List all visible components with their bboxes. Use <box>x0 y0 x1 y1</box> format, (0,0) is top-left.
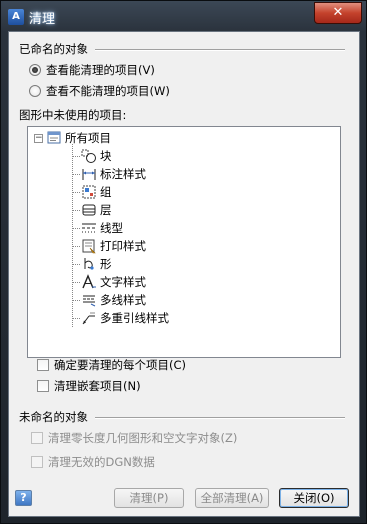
section-divider <box>95 49 345 51</box>
tree-item-layer[interactable]: 层 <box>72 201 112 219</box>
confirm-each-checkbox[interactable]: 确定要清理的每个项目(C) <box>37 357 186 373</box>
confirm-each-label: 确定要清理的每个项目(C) <box>54 358 187 372</box>
tree-item-label: 多重引线样式 <box>100 311 169 325</box>
tree-item-linetype[interactable]: 线型 <box>72 219 123 237</box>
tree-item-label: 线型 <box>100 221 123 235</box>
section-divider <box>95 417 345 419</box>
purge-dgn-label: 清理无效的DGN数据 <box>48 455 155 469</box>
shape-icon <box>84 258 94 270</box>
dialog-client-area: 已命名的对象 查看能清理的项目(V) 查看不能清理的项目(W) 图形中未使用的项… <box>8 31 360 517</box>
purge-dgn-checkbox[interactable]: 清理无效的DGN数据 <box>31 454 155 470</box>
purge-zero-length-label: 清理零长度几何图形和空文字对象(Z) <box>48 431 238 445</box>
tree-item-block[interactable]: 块 <box>72 147 112 165</box>
tree-item-label: 形 <box>100 257 112 271</box>
unused-items-tree[interactable]: − 所有项目 块 标注样式 组 层 线型 打印样式 形 文字样式 多线样式 多重… <box>27 126 341 358</box>
purge-button[interactable]: 清理(P) <box>114 488 184 508</box>
radio-view-purgeable[interactable]: 查看能清理的项目(V) <box>29 62 155 78</box>
tree-item-label: 组 <box>100 185 112 199</box>
radio-view-non-purgeable-label: 查看不能清理的项目(W) <box>46 84 170 98</box>
tree-item-text-style[interactable]: 文字样式 <box>72 273 146 291</box>
radio-button-checked[interactable] <box>29 64 41 76</box>
dimension-style-icon <box>82 169 96 180</box>
tree-item-label: 多线样式 <box>100 293 146 307</box>
collapse-icon[interactable]: − <box>34 133 43 143</box>
block-icon <box>81 149 96 163</box>
tree-item-group[interactable]: 组 <box>72 183 112 201</box>
checkbox[interactable] <box>31 456 43 468</box>
tree-item-label: 标注样式 <box>100 167 146 181</box>
all-items-icon <box>47 131 61 144</box>
checkbox[interactable] <box>37 380 49 392</box>
tree-item-label: 打印样式 <box>100 239 146 253</box>
checkbox[interactable] <box>31 432 43 444</box>
group-icon <box>82 185 96 199</box>
multiline-style-icon <box>83 295 96 307</box>
close-window-button[interactable]: ✕ <box>314 2 362 24</box>
multileader-style-icon <box>82 312 95 325</box>
purge-all-button[interactable]: 全部清理(A) <box>195 488 269 508</box>
autocad-icon: A <box>8 9 24 25</box>
close-button[interactable]: 关闭(O) <box>279 488 349 508</box>
named-objects-label: 已命名的对象 <box>19 42 88 56</box>
tree-item-shape[interactable]: 形 <box>72 255 112 273</box>
plot-style-icon <box>82 239 96 254</box>
linetype-icon <box>82 223 96 233</box>
window-title: 清理 <box>29 12 56 27</box>
tree-item-label: 块 <box>100 149 112 163</box>
tree-item-label: 文字样式 <box>100 275 146 289</box>
text-style-icon <box>82 274 96 289</box>
radio-button[interactable] <box>29 85 41 97</box>
purge-nested-checkbox[interactable]: 清理嵌套项目(N) <box>37 378 141 394</box>
purge-dialog-window: A 清理 ✕ 已命名的对象 查看能清理的项目(V) 查看不能清理的项目(W) 图… <box>0 0 367 524</box>
tree-item-label: 层 <box>100 203 112 217</box>
tree-item-multiline-style[interactable]: 多线样式 <box>72 291 146 309</box>
tree-item-dimension-style[interactable]: 标注样式 <box>72 165 146 183</box>
tree-item-plot-style[interactable]: 打印样式 <box>72 237 146 255</box>
title-bar[interactable]: A 清理 ✕ <box>1 1 367 31</box>
tree-label: 图形中未使用的项目: <box>19 108 127 122</box>
radio-view-non-purgeable[interactable]: 查看不能清理的项目(W) <box>29 83 170 99</box>
layer-icon <box>82 204 96 216</box>
radio-view-purgeable-label: 查看能清理的项目(V) <box>46 63 155 77</box>
unnamed-objects-label: 未命名的对象 <box>19 410 88 424</box>
purge-nested-label: 清理嵌套项目(N) <box>54 379 141 393</box>
tree-item-multileader-style[interactable]: 多重引线样式 <box>72 309 169 327</box>
help-icon[interactable]: ? <box>15 490 32 506</box>
purge-zero-length-checkbox[interactable]: 清理零长度几何图形和空文字对象(Z) <box>31 430 237 446</box>
checkbox[interactable] <box>37 359 49 371</box>
